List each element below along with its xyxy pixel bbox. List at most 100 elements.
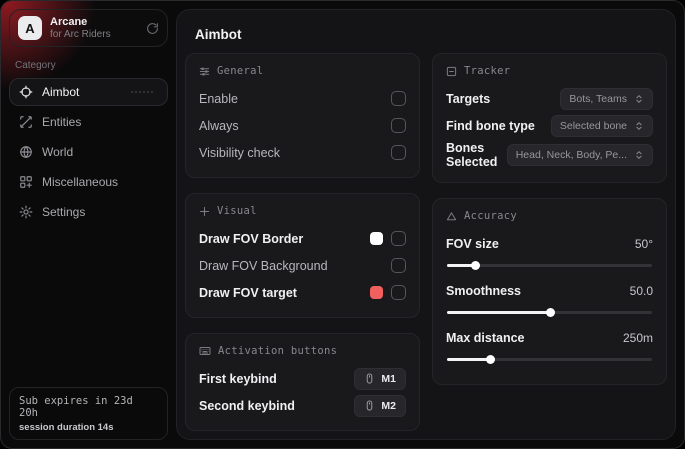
card-title: Accuracy <box>464 210 517 222</box>
sidebar-item-label: Settings <box>42 205 85 219</box>
slider-thumb[interactable] <box>546 308 555 317</box>
setting-row-second-keybind: Second keybind M2 <box>199 394 406 417</box>
setting-label: First keybind <box>199 372 277 386</box>
category-label: Category <box>15 60 162 71</box>
first-keybind-button[interactable]: M1 <box>354 368 406 390</box>
setting-row-find-bone-type: Find bone type Selected bone <box>446 114 653 137</box>
dropdown-value: Selected bone <box>560 120 627 132</box>
setting-label: Targets <box>446 92 490 106</box>
app-logo: A <box>18 16 42 40</box>
setting-label: Bones Selected <box>446 141 507 169</box>
mouse-icon <box>364 373 375 384</box>
max-distance-slider[interactable] <box>447 354 652 364</box>
card-title: Visual <box>217 205 257 217</box>
dropdown-value: Bots, Teams <box>569 93 627 105</box>
setting-row-visibility-check: Visibility check <box>199 141 406 164</box>
bones-selected-dropdown[interactable]: Head, Neck, Body, Pe... <box>507 144 653 166</box>
setting-row-smoothness: Smoothness 50.0 <box>446 279 653 317</box>
card-activation-buttons: Activation buttons First keybind M1 Seco… <box>185 333 420 431</box>
chevrons-up-down-icon <box>634 94 644 104</box>
chevrons-up-down-icon <box>634 121 644 131</box>
slider-thumb[interactable] <box>471 261 480 270</box>
setting-label: Visibility check <box>199 146 280 160</box>
slider-value: 250m <box>623 331 653 345</box>
brand-card: A Arcane for Arc Riders <box>9 9 168 47</box>
sidebar-item-aimbot[interactable]: Aimbot <box>9 78 168 106</box>
card-accuracy: Accuracy FOV size 50° <box>432 198 667 385</box>
setting-row-targets: Targets Bots, Teams <box>446 87 653 110</box>
session-duration-text: session duration 14s <box>19 422 158 433</box>
setting-label: Draw FOV target <box>199 286 297 300</box>
draw-fov-border-checkbox[interactable] <box>391 231 406 246</box>
slider-thumb[interactable] <box>486 355 495 364</box>
keybind-value: M2 <box>381 400 396 412</box>
slider-value: 50° <box>635 237 653 251</box>
sidebar-item-label: World <box>42 145 73 159</box>
setting-label: Draw FOV Background <box>199 259 328 273</box>
triangle-icon <box>446 211 457 222</box>
app-subtitle: for Arc Riders <box>50 29 138 41</box>
slider-value: 50.0 <box>630 284 653 298</box>
setting-label: Enable <box>199 92 238 106</box>
globe-icon <box>19 145 33 159</box>
crosshair-icon <box>19 85 33 99</box>
sliders-icon <box>199 66 210 77</box>
setting-row-enable: Enable <box>199 87 406 110</box>
app-title: Arcane <box>50 16 138 29</box>
sidebar-item-label: Aimbot <box>42 85 79 99</box>
setting-row-draw-fov-background: Draw FOV Background <box>199 254 406 277</box>
page-title: Aimbot <box>177 10 675 53</box>
draw-fov-target-checkbox[interactable] <box>391 285 406 300</box>
always-checkbox[interactable] <box>391 118 406 133</box>
dropdown-value: Head, Neck, Body, Pe... <box>516 149 627 161</box>
grid-icon <box>19 175 33 189</box>
smoothness-slider[interactable] <box>447 307 652 317</box>
refresh-icon[interactable] <box>146 22 159 35</box>
sidebar-nav: Aimbot Entities World Miscellaneous <box>9 78 168 226</box>
setting-row-draw-fov-target: Draw FOV target <box>199 281 406 304</box>
sidebar-item-world[interactable]: World <box>9 138 168 166</box>
setting-label: Smoothness <box>446 284 521 298</box>
setting-label: Draw FOV Border <box>199 232 303 246</box>
sidebar-item-label: Entities <box>42 115 81 129</box>
setting-label: FOV size <box>446 237 499 251</box>
setting-label: Max distance <box>446 331 525 345</box>
box-minus-icon <box>446 66 457 77</box>
setting-label: Second keybind <box>199 399 295 413</box>
visibility-check-checkbox[interactable] <box>391 145 406 160</box>
card-title: General <box>217 65 263 77</box>
find-bone-type-dropdown[interactable]: Selected bone <box>551 115 653 137</box>
second-keybind-button[interactable]: M2 <box>354 395 406 417</box>
fov-size-slider[interactable] <box>447 260 652 270</box>
card-title: Activation buttons <box>218 345 337 357</box>
app-window: A Arcane for Arc Riders Category Aimbot <box>0 0 685 449</box>
setting-row-always: Always <box>199 114 406 137</box>
setting-label: Always <box>199 119 239 133</box>
targets-dropdown[interactable]: Bots, Teams <box>560 88 653 110</box>
color-swatch-white[interactable] <box>370 232 383 245</box>
subscription-box: Sub expires in 23d 20h session duration … <box>9 387 168 440</box>
setting-row-bones-selected: Bones Selected Head, Neck, Body, Pe... <box>446 141 653 169</box>
entities-scan-icon <box>19 115 33 129</box>
card-title: Tracker <box>464 65 510 77</box>
sidebar-item-settings[interactable]: Settings <box>9 198 168 226</box>
sidebar-item-entities[interactable]: Entities <box>9 108 168 136</box>
sidebar: A Arcane for Arc Riders Category Aimbot <box>1 1 176 448</box>
card-tracker: Tracker Targets Bots, Teams Find bone ty… <box>432 53 667 183</box>
setting-label: Find bone type <box>446 119 535 133</box>
right-column: Tracker Targets Bots, Teams Find bone ty… <box>432 53 667 385</box>
setting-row-draw-fov-border: Draw FOV Border <box>199 227 406 250</box>
color-swatch-red[interactable] <box>370 286 383 299</box>
card-visual: Visual Draw FOV Border Draw FOV Backgrou… <box>185 193 420 318</box>
enable-checkbox[interactable] <box>391 91 406 106</box>
sidebar-item-label: Miscellaneous <box>42 175 118 189</box>
draw-fov-background-checkbox[interactable] <box>391 258 406 273</box>
gear-icon <box>19 205 33 219</box>
sub-expiry-text: Sub expires in 23d 20h <box>19 395 158 419</box>
main-panel: Aimbot General Enable Alw <box>176 9 676 440</box>
mouse-icon <box>364 400 375 411</box>
keybind-value: M1 <box>381 373 396 385</box>
sidebar-item-miscellaneous[interactable]: Miscellaneous <box>9 168 168 196</box>
chevrons-up-down-icon <box>634 150 644 160</box>
left-column: General Enable Always Visibility check <box>185 53 420 431</box>
